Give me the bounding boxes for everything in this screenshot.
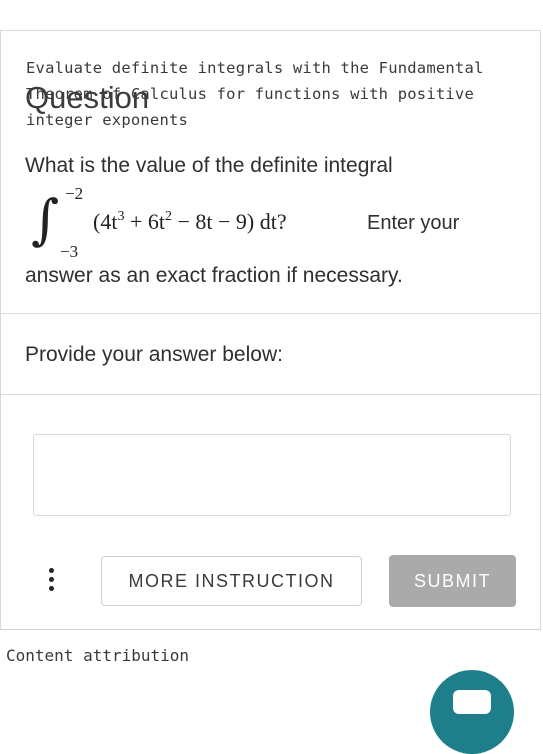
question-card: Evaluate definite integrals with the Fun… [0, 30, 542, 630]
upper-limit: −2 [65, 184, 84, 203]
more-instruction-button[interactable]: MORE INSTRUCTION [101, 556, 362, 606]
lower-limit: −3 [60, 242, 79, 261]
answer-input-box[interactable] [33, 434, 511, 516]
divider [1, 313, 542, 314]
question-intro: What is the value of the definite integr… [25, 154, 393, 177]
question-tail: answer as an exact fraction if necessary… [25, 264, 403, 287]
integral-sign: ∫ [31, 188, 60, 251]
divider [1, 394, 542, 395]
answer-input[interactable] [34, 435, 510, 515]
enter-text: Enter your [367, 212, 460, 234]
more-options-icon[interactable] [43, 568, 59, 598]
integrand: (4t3 + 6t2 − 8t − 9) dt? [93, 209, 287, 234]
content-attribution-link[interactable]: Content attribution [6, 646, 189, 665]
question-title: Question [25, 80, 150, 115]
integral-expression: ∫ −2 −3 (4t3 + 6t2 − 8t − 9) dt? Enter y… [25, 184, 525, 264]
answer-label: Provide your answer below: [25, 343, 283, 366]
chat-icon [453, 690, 491, 714]
submit-button[interactable]: SUBMIT [389, 555, 516, 607]
chat-fab-button[interactable] [430, 670, 514, 754]
